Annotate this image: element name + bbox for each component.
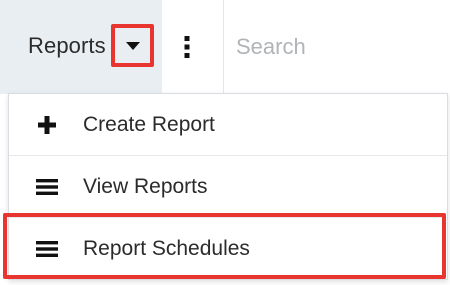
topbar-divider bbox=[223, 0, 224, 94]
caret-down-icon bbox=[125, 41, 140, 50]
more-actions-button[interactable] bbox=[177, 33, 197, 61]
global-search-input[interactable] bbox=[236, 24, 436, 70]
page: Reports Create R bbox=[0, 0, 450, 285]
reports-module-tab[interactable]: Reports bbox=[0, 0, 162, 94]
list-icon bbox=[36, 176, 58, 198]
top-navigation-bar: Reports bbox=[0, 0, 450, 94]
kebab-vertical-icon bbox=[184, 36, 190, 58]
menu-item-view-reports[interactable]: View Reports bbox=[9, 156, 447, 218]
reports-dropdown-toggle[interactable] bbox=[111, 24, 154, 67]
reports-dropdown-menu: Create Report View Reports Report Schedu… bbox=[8, 93, 448, 280]
menu-item-report-schedules[interactable]: Report Schedules bbox=[9, 218, 447, 280]
menu-item-label: Report Schedules bbox=[83, 237, 250, 260]
reports-tab-label[interactable]: Reports bbox=[28, 33, 106, 59]
menu-item-label: Create Report bbox=[83, 113, 215, 136]
list-icon bbox=[36, 238, 58, 260]
menu-item-create-report[interactable]: Create Report bbox=[9, 94, 447, 156]
plus-icon bbox=[36, 114, 58, 136]
menu-item-label: View Reports bbox=[83, 175, 208, 198]
